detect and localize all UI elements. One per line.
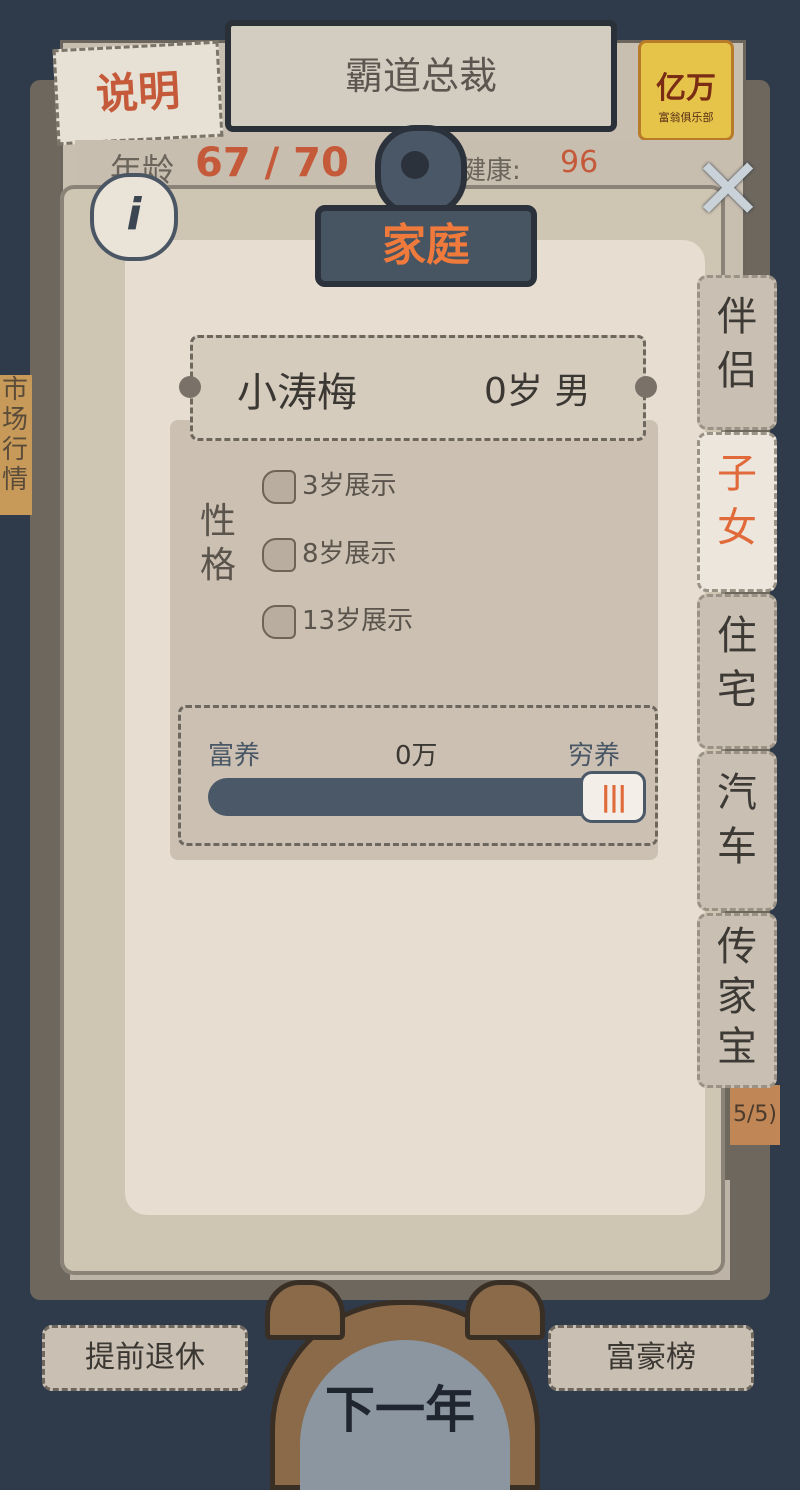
- early-retirement-button[interactable]: 提前退休: [42, 1325, 248, 1391]
- health-label: 健康:: [460, 156, 521, 186]
- next-year-button[interactable]: 下一年: [300, 1370, 500, 1442]
- tab-partner-label: 伴侣: [717, 294, 757, 394]
- personality-slot: 13岁展示: [262, 600, 413, 639]
- tab-children-label: 子女: [717, 451, 757, 551]
- tab-heirlooms[interactable]: 传家宝: [697, 913, 777, 1088]
- personality-slot-label: 13岁展示: [302, 606, 414, 636]
- close-button[interactable]: ✕: [688, 140, 768, 240]
- panel-title-plate: 家庭: [315, 205, 537, 287]
- age-value: 67 / 70: [195, 140, 349, 186]
- child-name: 小涛梅: [237, 370, 357, 416]
- tab-cars[interactable]: 汽车: [697, 751, 777, 911]
- career-title-card: 霸道总裁: [225, 20, 617, 132]
- upbringing-amount: 0万: [395, 741, 438, 771]
- personality-title: 性格: [200, 501, 237, 586]
- rivet-right-icon: [635, 376, 657, 398]
- poor-upbringing-label: 穷养: [568, 741, 621, 771]
- locked-stone-icon: [262, 469, 296, 504]
- panel-title: 家庭: [382, 220, 470, 271]
- rich-upbringing-label: 富养: [208, 741, 261, 771]
- rich-list-button[interactable]: 富豪榜: [548, 1325, 754, 1391]
- rich-list-label: 富豪榜: [606, 1340, 696, 1375]
- right-counter-tab: 5/5): [730, 1085, 780, 1145]
- upbringing-slider-track[interactable]: [208, 778, 638, 816]
- instructions-label: 说明: [94, 65, 182, 120]
- info-button[interactable]: i: [90, 173, 178, 261]
- right-counter: 5/5): [733, 1102, 777, 1127]
- health-value: 96: [560, 145, 599, 180]
- rivet-left-icon: [179, 376, 201, 398]
- locked-stone-icon: [262, 604, 296, 639]
- info-icon: i: [126, 189, 142, 240]
- personality-slot-label: 8岁展示: [302, 539, 397, 569]
- club-badge-line1: 亿万: [656, 71, 716, 106]
- tab-partner[interactable]: 伴侣: [697, 275, 777, 430]
- child-age-gender: 0岁 男: [484, 371, 591, 412]
- personality-slot: 8岁展示: [262, 533, 397, 572]
- clipboard-clip-icon: [375, 125, 467, 217]
- tab-housing[interactable]: 住宅: [697, 594, 777, 749]
- clock-bell-right-icon: [465, 1280, 545, 1340]
- clock-bell-left-icon: [265, 1280, 345, 1340]
- personality-slot-label: 3岁展示: [302, 471, 397, 501]
- tab-children[interactable]: 子女: [697, 432, 777, 592]
- early-retirement-label: 提前退休: [85, 1340, 205, 1375]
- slider-grip-icon: |||: [600, 780, 628, 813]
- upbringing-slider-handle[interactable]: |||: [580, 771, 646, 823]
- close-icon: ✕: [691, 140, 765, 240]
- tab-housing-label: 住宅: [717, 613, 757, 713]
- personality-slot: 3岁展示: [262, 465, 397, 504]
- instructions-tag[interactable]: 说明: [52, 40, 224, 146]
- locked-stone-icon: [262, 537, 296, 572]
- tab-cars-label: 汽车: [717, 770, 757, 870]
- career-title: 霸道总裁: [344, 54, 497, 98]
- market-side-label: 市场行情: [2, 375, 29, 495]
- tab-heirlooms-label: 传家宝: [717, 924, 757, 1070]
- billionaire-club-badge[interactable]: 亿万 富翁俱乐部: [638, 40, 734, 141]
- club-badge-line2: 富翁俱乐部: [658, 111, 714, 124]
- market-side-tab[interactable]: 市场行情: [0, 375, 32, 515]
